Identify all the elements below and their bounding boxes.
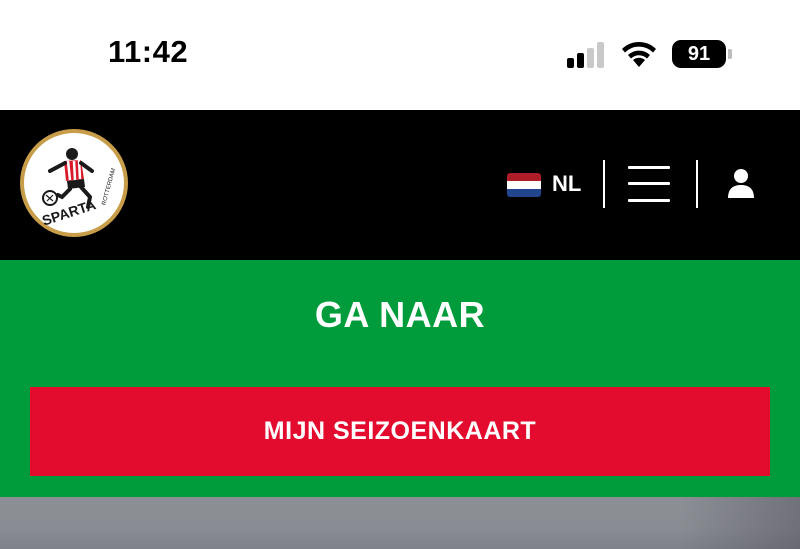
user-icon[interactable] <box>727 168 755 198</box>
my-season-ticket-button[interactable]: MIJN SEIZOENKAART <box>30 387 770 476</box>
status-time: 11:42 <box>108 34 189 69</box>
cellular-signal-icon <box>567 42 611 68</box>
flag-stripe-red <box>507 173 541 181</box>
header-divider <box>696 160 698 208</box>
battery-indicator: 91 <box>672 40 732 68</box>
goto-title: GA NAAR <box>314 294 486 335</box>
netherlands-flag-icon[interactable] <box>507 173 541 197</box>
flag-stripe-white <box>507 181 541 189</box>
battery-level: 91 <box>672 40 726 68</box>
language-selector[interactable]: NL <box>552 171 581 197</box>
site-header: SPARTA ROTTERDAM NL <box>0 110 800 260</box>
battery-cap <box>728 49 732 59</box>
wifi-icon <box>620 40 658 68</box>
sparta-rotterdam-logo[interactable]: SPARTA ROTTERDAM <box>18 127 130 239</box>
flag-stripe-blue <box>507 189 541 197</box>
status-bar: 11:42 91 <box>0 0 800 110</box>
hamburger-menu-icon[interactable] <box>628 165 670 203</box>
header-divider <box>603 160 605 208</box>
hero-image-shade <box>680 497 800 549</box>
hero-image <box>0 497 800 549</box>
goto-section: GA NAAR MIJN SEIZOENKAART <box>0 260 800 497</box>
